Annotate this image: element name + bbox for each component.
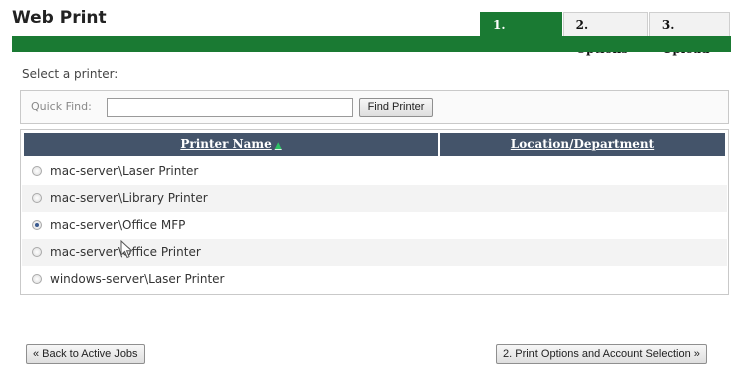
select-printer-label: Select a printer: (22, 67, 119, 81)
quick-find-label: Quick Find: (31, 100, 92, 113)
table-row[interactable]: windows-server\Laser Printer (22, 266, 727, 293)
page-title: Web Print (12, 8, 107, 28)
column-printer-name[interactable]: Printer Name ▲ (24, 133, 440, 156)
printer-table: Printer Name ▲ Location/Department mac-se… (20, 129, 729, 295)
column-location-department[interactable]: Location/Department (440, 133, 725, 156)
printer-name: mac-server\Library Printer (50, 191, 208, 205)
table-row[interactable]: mac-server\Office MFP (22, 212, 727, 239)
printer-radio[interactable] (32, 274, 42, 284)
mouse-cursor-icon (120, 240, 133, 259)
find-printer-button[interactable]: Find Printer (359, 98, 433, 117)
table-row[interactable]: mac-server\Library Printer (22, 185, 727, 212)
page-header: Web Print 1. Printer 2. Options 3. Uploa… (0, 0, 731, 56)
printer-radio[interactable] (32, 166, 42, 176)
quick-find-input[interactable] (107, 98, 353, 117)
sort-ascending-icon: ▲ (274, 141, 282, 151)
table-header: Printer Name ▲ Location/Department (24, 133, 725, 156)
column-location-label[interactable]: Location/Department (511, 137, 654, 151)
header-accent-bar (12, 36, 731, 52)
printer-radio-selected[interactable] (32, 220, 42, 230)
column-printer-name-label[interactable]: Printer Name (180, 137, 271, 151)
tab-upload[interactable]: 3. Upload (648, 12, 730, 56)
printer-radio[interactable] (32, 247, 42, 257)
step-tabs: 1. Printer 2. Options 3. Upload (480, 12, 731, 56)
print-options-button[interactable]: 2. Print Options and Account Selection » (496, 344, 707, 364)
quick-find-panel: Quick Find: Find Printer (20, 90, 729, 124)
tab-printer[interactable]: 1. Printer (480, 12, 562, 56)
printer-name: windows-server\Laser Printer (50, 272, 225, 286)
printer-name: mac-server\Laser Printer (50, 164, 199, 178)
back-to-active-jobs-button[interactable]: « Back to Active Jobs (26, 344, 145, 364)
table-row[interactable]: mac-server\Laser Printer (22, 158, 727, 185)
printer-name: mac-server\Office MFP (50, 218, 186, 232)
printer-radio[interactable] (32, 193, 42, 203)
tab-options[interactable]: 2. Options (562, 12, 648, 56)
